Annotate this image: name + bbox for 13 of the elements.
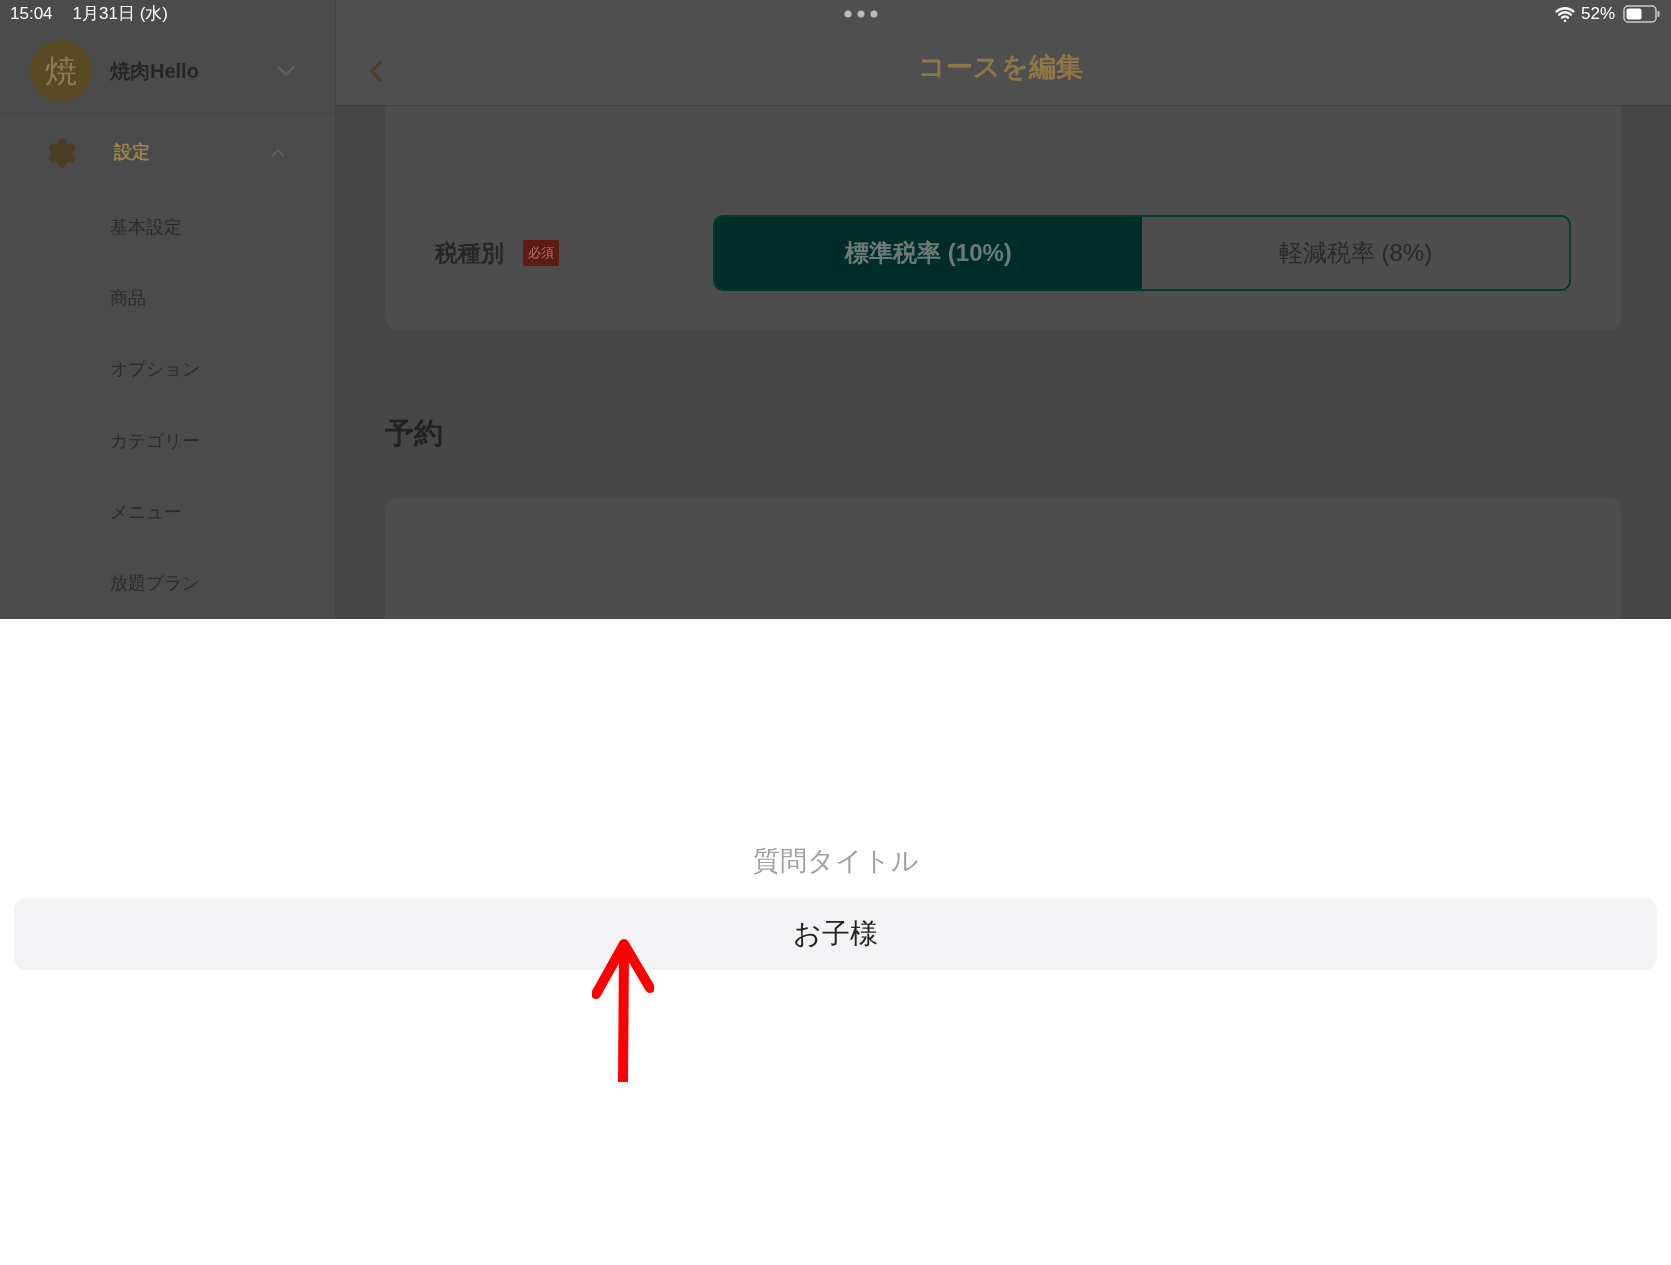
wifi-icon	[1554, 4, 1575, 24]
settings-group-header[interactable]: 設定	[0, 113, 335, 192]
picker-title: 質問タイトル	[752, 845, 919, 878]
more-dots-icon[interactable]	[844, 10, 879, 18]
picker-option[interactable]: お子様	[14, 897, 1657, 970]
status-date: 1月31日 (水)	[72, 3, 168, 26]
battery-icon	[1623, 5, 1661, 23]
segment-option[interactable]: 標準税率 (10%)	[715, 217, 1142, 289]
required-badge: 必須	[523, 240, 559, 266]
page-title: コースを編集	[917, 50, 1084, 84]
battery-percent: 52%	[1580, 3, 1615, 26]
status-time: 15:04	[10, 3, 53, 26]
settings-icon	[46, 136, 78, 169]
